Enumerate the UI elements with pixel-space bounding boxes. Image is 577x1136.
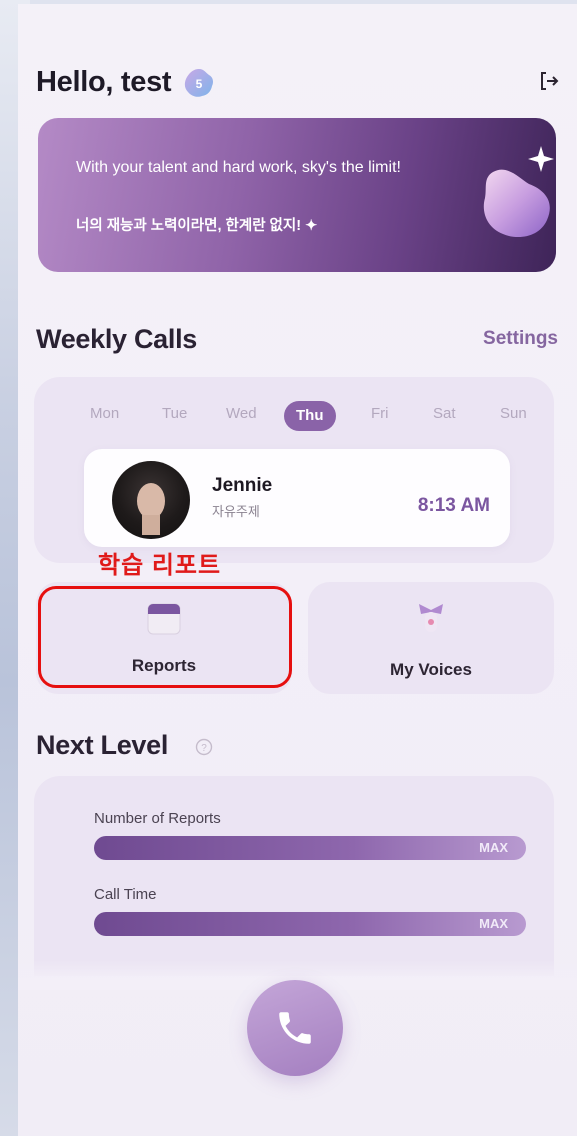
banner-english-text: With your talent and hard work, sky's th… [76,159,401,176]
motivation-banner: With your talent and hard work, sky's th… [38,118,556,272]
day-fri[interactable]: Fri [371,405,389,422]
help-icon[interactable]: ? [195,738,213,756]
day-tue[interactable]: Tue [162,405,187,422]
reports-progress-status: MAX [479,840,508,855]
level-badge-icon: 5 [182,67,216,99]
logout-icon[interactable] [538,70,560,92]
annotation-label: 학습 리포트 [98,552,222,579]
sparkle-icon [463,138,556,256]
day-sat[interactable]: Sat [433,405,456,422]
my-voices-tile[interactable]: My Voices [308,582,554,694]
day-thu-selected[interactable]: Thu [284,401,336,431]
settings-link[interactable]: Settings [483,328,558,350]
metric-label-call-time: Call Time [94,886,157,903]
greeting-title: Hello, test [36,66,172,98]
banner-korean-text: 너의 재능과 노력이라면, 한계란 없지! ✦ [76,218,318,234]
phone-icon [279,1012,311,1044]
weekly-calls-title: Weekly Calls [36,324,197,354]
caller-name: Jennie [212,475,273,496]
my-voices-label: My Voices [390,660,472,679]
level-badge-text: 5 [195,77,202,91]
ribbon-icon [411,598,451,638]
avatar [112,461,190,539]
metric-label-reports: Number of Reports [94,810,221,827]
next-level-title: Next Level [36,730,169,760]
day-mon[interactable]: Mon [90,405,119,422]
call-list-item[interactable]: Jennie 자유주제 8:13 AM [84,449,510,547]
call-button[interactable] [247,980,343,1076]
call-time-progress-bar: MAX [94,912,526,936]
app-screen: Hello, test 5 With your talent and hard [18,4,577,1136]
svg-text:?: ? [201,743,207,754]
day-selector: Mon Tue Wed Thu Fri Sat Sun [34,401,554,433]
weekly-calls-card: Mon Tue Wed Thu Fri Sat Sun Jennie 자유주제 … [34,377,554,563]
next-level-card: Number of Reports MAX Call Time MAX [34,776,554,976]
reports-progress-bar: MAX [94,836,526,860]
header: Hello, test 5 [36,66,562,106]
day-sun[interactable]: Sun [500,405,527,422]
annotation-highlight-box [38,586,292,688]
day-wed[interactable]: Wed [226,405,257,422]
call-time: 8:13 AM [417,495,490,516]
call-time-progress-status: MAX [479,916,508,931]
caller-topic: 자유주제 [212,504,260,519]
